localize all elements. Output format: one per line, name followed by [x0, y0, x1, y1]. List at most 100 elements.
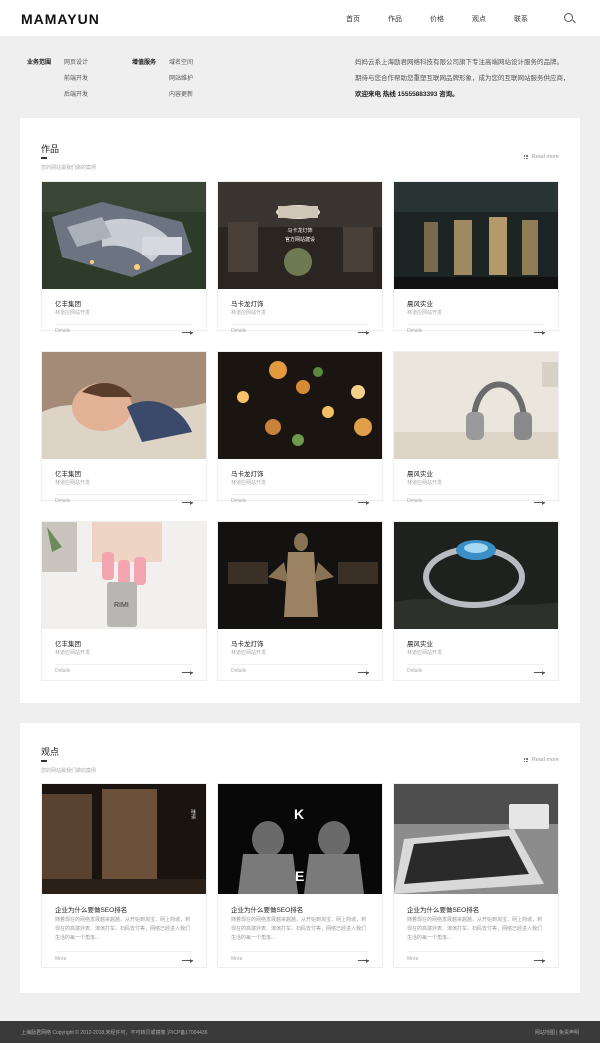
work-image	[218, 522, 382, 629]
work-card[interactable]: 晨风实业 林道应网站开发 Details	[393, 351, 559, 505]
work-image	[394, 522, 558, 629]
company-intro: 妈妈云系上海励君网络科技有限公司旗下专注高端网站设计服务的品牌。 期待与您合作帮…	[355, 55, 595, 103]
company-line: 期待与您合作帮助您重塑互联网品牌形象，成为您的互联网站服务供应商，	[355, 75, 570, 82]
details-link[interactable]: Details	[55, 498, 70, 504]
details-link[interactable]: Details	[231, 498, 246, 504]
article-card[interactable]: 企业为什么要做SEO排名 随着现在的网络发展越来越越，从开始到淘宝、网上商城，到…	[393, 783, 559, 968]
arrow-right-icon[interactable]	[182, 500, 193, 505]
work-card[interactable]: 晨风实业 林道应网站开发 Details	[393, 181, 559, 335]
card-subtitle: 林道应网站开发	[231, 310, 267, 316]
article-image	[394, 784, 558, 894]
details-link[interactable]: Details	[407, 668, 422, 674]
nav-price[interactable]: 价格	[416, 14, 458, 24]
card-subtitle: 林道应网站开发	[231, 650, 267, 656]
arrow-right-icon[interactable]	[182, 330, 193, 335]
work-image	[42, 182, 206, 289]
arrow-right-icon[interactable]	[182, 670, 193, 675]
card-title: 亿丰集团	[55, 301, 81, 308]
divider	[231, 664, 369, 665]
divider	[55, 494, 193, 495]
card-subtitle: 林道应网站开发	[55, 480, 91, 486]
nav-contact[interactable]: 联系	[500, 14, 542, 24]
work-image: RIMI	[42, 522, 206, 629]
card-subtitle: 林道应网站开发	[55, 650, 91, 656]
image-caption: 马卡龙灯饰 官方网站建设	[284, 228, 315, 243]
card-title: 晨风实业	[407, 301, 433, 308]
divider	[407, 664, 545, 665]
service-item[interactable]: 后端开发	[64, 87, 88, 103]
service-item[interactable]: 前端开发	[64, 71, 88, 87]
divider	[231, 951, 369, 952]
work-card[interactable]: 马卡龙灯饰 官方网站建设 马卡龙灯饰 林道应网站开发 Details	[217, 181, 383, 335]
work-card[interactable]: RIMI 亿丰集团 林道应网站开发 Details	[41, 521, 207, 681]
views-section: 观点 您的网站最我们做的案例 Read more 味道 企业为什么要做SEO排名…	[20, 723, 580, 993]
arrow-right-icon[interactable]	[534, 958, 545, 963]
work-image	[394, 352, 558, 459]
title-underline	[41, 760, 47, 762]
section-title: 作品	[41, 144, 60, 154]
logo[interactable]: MAMAYUN	[21, 11, 100, 27]
divider	[231, 324, 369, 325]
nav-views[interactable]: 观点	[458, 14, 500, 24]
details-link[interactable]: Details	[55, 328, 70, 334]
more-link[interactable]: More	[231, 956, 242, 962]
search-icon[interactable]	[564, 13, 573, 22]
arrow-right-icon[interactable]	[358, 500, 369, 505]
card-subtitle: 林道应网站开发	[407, 480, 443, 486]
section-title: 观点	[41, 747, 60, 757]
article-excerpt: 随着现在的网络发展越来越越，从开始到淘宝、网上商城，到现在的高端外表、演演打车，…	[55, 917, 191, 941]
arrow-right-icon[interactable]	[358, 330, 369, 335]
arrow-right-icon[interactable]	[182, 958, 193, 963]
footer-links[interactable]: 网站地图 | 免责声明	[535, 1029, 579, 1036]
company-line: 妈妈云系上海励君网络科技有限公司旗下专注高端网站设计服务的品牌。	[355, 59, 563, 66]
card-subtitle: 林道应网站开发	[407, 650, 443, 656]
card-subtitle: 林道应网站开发	[55, 310, 91, 316]
article-excerpt: 随着现在的网络发展越来越越，从开始到淘宝、网上商城，到现在的高端外表、演演打车，…	[231, 917, 367, 941]
service-item[interactable]: 域名空间	[169, 55, 193, 71]
article-title: 企业为什么要做SEO排名	[407, 907, 480, 914]
arrow-right-icon[interactable]	[534, 500, 545, 505]
image-caption: 味道	[190, 809, 196, 819]
image-letter: E	[295, 868, 305, 884]
arrow-right-icon[interactable]	[534, 670, 545, 675]
card-subtitle: 林道应网站开发	[231, 480, 267, 486]
arrow-right-icon[interactable]	[358, 958, 369, 963]
service-item[interactable]: 内容更新	[169, 87, 193, 103]
top-bar: MAMAYUN 首页 作品 价格 观点 联系	[0, 0, 600, 36]
divider	[407, 494, 545, 495]
work-card[interactable]: 马卡龙灯饰 林道应网站开发 Details	[217, 351, 383, 505]
article-excerpt: 随着现在的网络发展越来越越，从开始到淘宝、网上商城，到现在的高端外表、演演打车，…	[407, 917, 543, 941]
section-subtitle: 您的网站最我们做的案例	[41, 165, 97, 171]
main-nav: 首页 作品 价格 观点 联系	[332, 14, 542, 24]
card-title: 亿丰集团	[55, 471, 81, 478]
card-title: 晨风实业	[407, 471, 433, 478]
work-card[interactable]: 亿丰集团 林道应网站开发 Details	[41, 181, 207, 335]
details-link[interactable]: Details	[231, 668, 246, 674]
value-service-list: 域名空间 网站维护 内容更新	[169, 55, 193, 103]
article-image: 味道	[42, 784, 206, 894]
article-card[interactable]: 味道 企业为什么要做SEO排名 随着现在的网络发展越来越越，从开始到淘宝、网上商…	[41, 783, 207, 968]
read-more-link[interactable]: Read more	[523, 154, 559, 160]
more-link[interactable]: More	[407, 956, 418, 962]
title-underline	[41, 157, 47, 159]
details-link[interactable]: Details	[55, 668, 70, 674]
work-image	[394, 182, 558, 289]
svg-text:RIMI: RIMI	[114, 602, 129, 609]
nav-home[interactable]: 首页	[332, 14, 374, 24]
divider	[55, 324, 193, 325]
work-card[interactable]: 晨风实业 林道应网站开发 Details	[393, 521, 559, 681]
arrow-right-icon[interactable]	[358, 670, 369, 675]
arrow-right-icon[interactable]	[534, 330, 545, 335]
service-item[interactable]: 网站维护	[169, 71, 193, 87]
work-card[interactable]: 马卡龙灯饰 林道应网站开发 Details	[217, 521, 383, 681]
work-card[interactable]: 亿丰集团 林道应网站开发 Details	[41, 351, 207, 505]
details-link[interactable]: Details	[231, 328, 246, 334]
more-link[interactable]: More	[55, 956, 66, 962]
read-more-link[interactable]: Read more	[523, 757, 559, 763]
service-scope-title: 业务范围	[27, 60, 52, 66]
details-link[interactable]: Details	[407, 328, 422, 334]
details-link[interactable]: Details	[407, 498, 422, 504]
nav-works[interactable]: 作品	[374, 14, 416, 24]
article-card[interactable]: K E 企业为什么要做SEO排名 随着现在的网络发展越来越越，从开始到淘宝、网上…	[217, 783, 383, 968]
service-item[interactable]: 网页设计	[64, 55, 88, 71]
